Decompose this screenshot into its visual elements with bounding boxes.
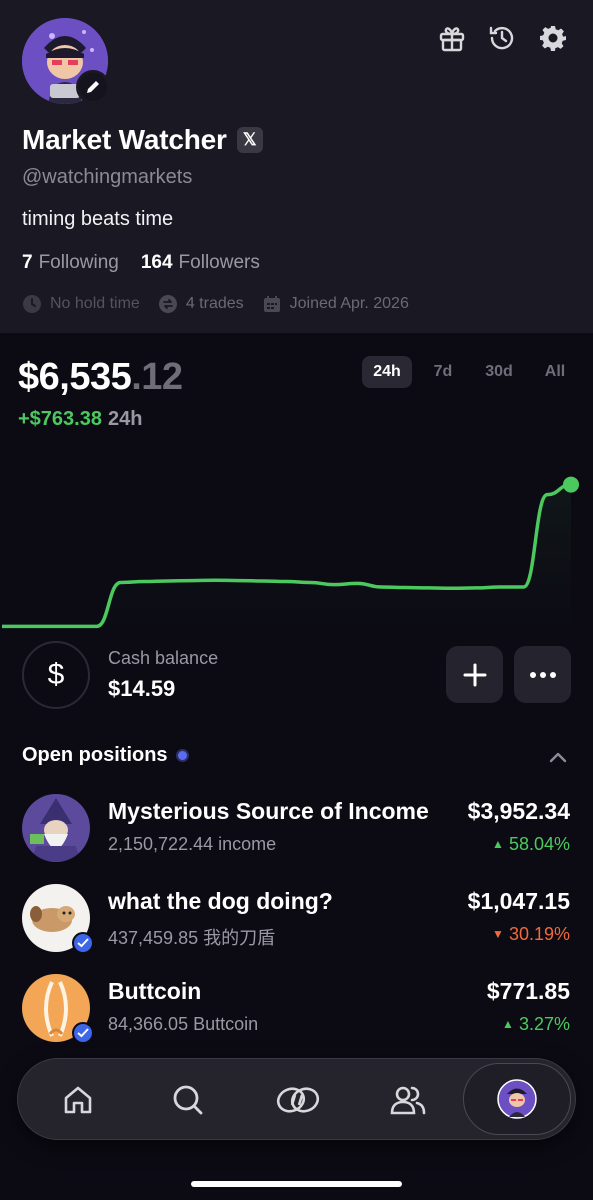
joined-stat: Joined Apr. 2026 [262, 294, 409, 314]
profile-bio: timing beats time [22, 208, 174, 230]
position-row[interactable]: Mysterious Source of Income 2,150,722.44… [0, 794, 593, 874]
position-value: $771.85 [486, 978, 570, 1004]
dollar-icon: $ [22, 641, 90, 709]
triangle-up-icon: ▲ [502, 1017, 514, 1031]
range-tab-30d[interactable]: 30d [474, 356, 524, 388]
open-positions-title: Open positions [22, 744, 168, 766]
position-change: ▲ 3.27% [502, 1014, 570, 1035]
range-tab-24h[interactable]: 24h [362, 356, 412, 388]
clock-icon [23, 295, 41, 313]
search-icon [173, 1085, 203, 1115]
settings-button[interactable] [537, 22, 569, 54]
tab-profile[interactable] [463, 1063, 571, 1135]
following-link[interactable]: 7 Following [22, 252, 119, 274]
position-change-pct: 3.27% [518, 1014, 570, 1034]
hold-time-stat: No hold time [22, 294, 140, 314]
edit-profile-button[interactable] [76, 70, 110, 104]
add-cash-button[interactable] [446, 646, 503, 703]
calendar-icon [263, 296, 280, 312]
range-selector: 24h 7d 30d All [362, 356, 580, 388]
portfolio-balance: $6,535.12 [18, 356, 183, 399]
triangle-up-icon: ▲ [492, 837, 504, 851]
ellipsis-icon [529, 671, 556, 678]
live-indicator-icon [175, 749, 189, 762]
profile-name: Market Watcher [22, 124, 227, 155]
profile-header: Market Watcher 𝕏 @watchingmarkets timing… [0, 0, 593, 333]
position-change-pct: 58.04% [508, 834, 570, 854]
position-change: ▼ 30.19% [492, 924, 570, 945]
cash-balance-value: $14.59 [108, 676, 176, 701]
position-change: ▲ 58.04% [492, 834, 570, 855]
gear-icon [540, 26, 566, 51]
balance-cents: .12 [131, 356, 183, 398]
chart-last-point [563, 476, 579, 493]
tab-search[interactable] [148, 1059, 228, 1141]
position-row[interactable]: Buttcoin 84,366.05 Buttcoin $771.85 ▲ 3.… [0, 974, 593, 1054]
x-link-icon[interactable]: 𝕏 [236, 127, 263, 153]
position-value: $1,047.15 [467, 888, 570, 914]
chevron-up-icon[interactable] [547, 746, 569, 768]
gift-icon [439, 27, 465, 52]
change-value: +$763.38 [18, 408, 102, 430]
home-indicator[interactable] [191, 1181, 402, 1187]
token-avatar [22, 794, 90, 862]
portfolio-chart [2, 476, 579, 630]
position-change-pct: 30.19% [508, 924, 570, 944]
position-amount: 2,150,722.44 income [108, 834, 277, 854]
bottom-tab-bar [17, 1058, 576, 1140]
position-name: Mysterious Source of Income [108, 798, 429, 824]
range-tab-7d[interactable]: 7d [418, 356, 468, 388]
profile-handle: @watchingmarkets [22, 166, 193, 188]
open-positions-header[interactable]: Open positions [22, 744, 189, 767]
swap-icon [158, 295, 177, 313]
chart-area [2, 484, 571, 630]
following-count: 7 [22, 252, 33, 273]
plus-icon [463, 663, 486, 686]
followers-count: 164 [140, 252, 173, 273]
hold-time-text: No hold time [50, 295, 140, 312]
verified-badge-icon [72, 932, 94, 954]
more-options-button[interactable] [514, 646, 571, 703]
joined-text: Joined Apr. 2026 [289, 295, 409, 312]
trades-stat: 4 trades [158, 294, 244, 314]
people-icon [390, 1086, 426, 1115]
tab-coins[interactable] [258, 1059, 338, 1141]
position-amount: 437,459.85 我的刀盾 [108, 928, 276, 948]
gift-button[interactable] [436, 22, 468, 54]
trades-text: 4 trades [185, 295, 244, 312]
balance-dollars: $6,535 [18, 356, 132, 398]
position-amount: 84,366.05 Buttcoin [108, 1014, 259, 1034]
profile-avatar-icon [497, 1079, 537, 1119]
history-icon [489, 26, 514, 50]
portfolio-change: +$763.38 24h [18, 408, 142, 431]
tab-home[interactable] [38, 1059, 118, 1141]
position-value: $3,952.34 [467, 798, 570, 824]
pencil-icon [87, 81, 99, 93]
tab-social[interactable] [368, 1059, 448, 1141]
position-row[interactable]: what the dog doing? 437,459.85 我的刀盾 $1,0… [0, 884, 593, 964]
followers-label: Followers [178, 252, 260, 273]
triangle-down-icon: ▼ [492, 927, 504, 941]
home-icon [64, 1086, 92, 1114]
range-tab-all[interactable]: All [530, 356, 580, 388]
coins-icon [276, 1087, 320, 1113]
following-label: Following [38, 252, 119, 273]
followers-link[interactable]: 164 Followers [141, 252, 260, 274]
change-period: 24h [107, 408, 143, 430]
cash-balance-label: Cash balance [108, 648, 219, 668]
position-name: what the dog doing? [108, 888, 333, 914]
position-name: Buttcoin [108, 978, 202, 1004]
verified-badge-icon [72, 1022, 94, 1044]
history-button[interactable] [486, 22, 518, 54]
